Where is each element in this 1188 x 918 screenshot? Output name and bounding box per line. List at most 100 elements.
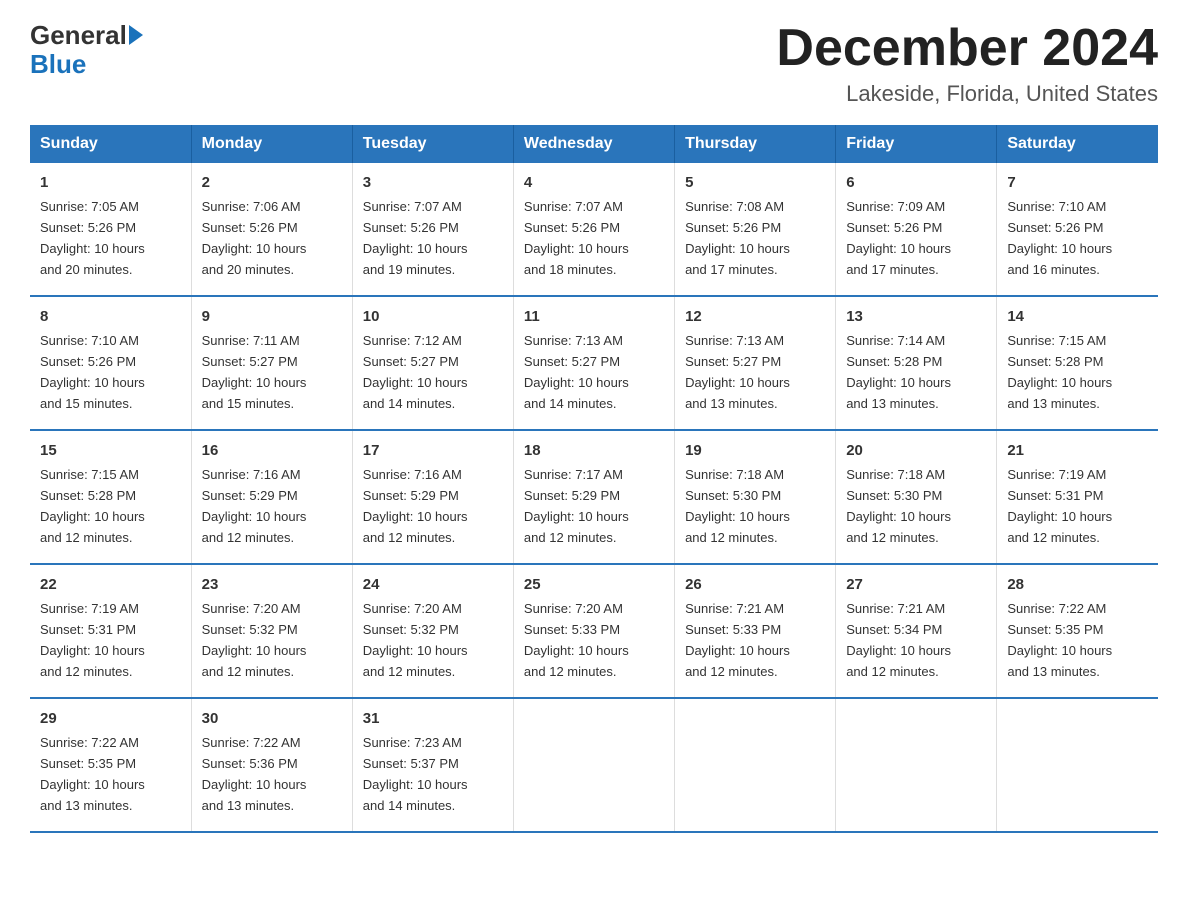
day-info: Sunrise: 7:10 AMSunset: 5:26 PMDaylight:… (40, 333, 145, 411)
calendar-cell: 11Sunrise: 7:13 AMSunset: 5:27 PMDayligh… (513, 296, 674, 430)
day-number: 14 (1007, 305, 1148, 328)
calendar-cell: 26 Sunrise: 7:21 AMSunset: 5:33 PMDayligh… (675, 564, 836, 698)
calendar-cell: 3 Sunrise: 7:07 AMSunset: 5:26 PMDaylight… (352, 163, 513, 296)
calendar-cell: 10 Sunrise: 7:12 AMSunset: 5:27 PMDayligh… (352, 296, 513, 430)
day-info: Sunrise: 7:20 AMSunset: 5:32 PMDaylight:… (363, 601, 468, 679)
logo-general-text: General (30, 20, 127, 51)
day-info: Sunrise: 7:08 AMSunset: 5:26 PMDaylight:… (685, 199, 790, 277)
day-info: Sunrise: 7:21 AMSunset: 5:33 PMDaylight:… (685, 601, 790, 679)
calendar-cell: 19 Sunrise: 7:18 AMSunset: 5:30 PMDayligh… (675, 430, 836, 564)
calendar-cell: 27 Sunrise: 7:21 AMSunset: 5:34 PMDayligh… (836, 564, 997, 698)
day-number: 11 (524, 305, 664, 328)
calendar-cell: 5Sunrise: 7:08 AMSunset: 5:26 PMDaylight… (675, 163, 836, 296)
day-info: Sunrise: 7:11 AMSunset: 5:27 PMDaylight:… (202, 333, 307, 411)
page-header: General Blue December 2024 Lakeside, Flo… (30, 20, 1158, 107)
day-number: 3 (363, 171, 503, 194)
day-number: 8 (40, 305, 181, 328)
month-title: December 2024 (776, 20, 1158, 77)
calendar-cell: 23 Sunrise: 7:20 AMSunset: 5:32 PMDayligh… (191, 564, 352, 698)
calendar-header: Sunday Monday Tuesday Wednesday Thursday… (30, 125, 1158, 163)
day-number: 30 (202, 707, 342, 730)
day-number: 19 (685, 439, 825, 462)
day-info: Sunrise: 7:16 AMSunset: 5:29 PMDaylight:… (363, 467, 468, 545)
day-number: 13 (846, 305, 986, 328)
col-tuesday: Tuesday (352, 125, 513, 163)
day-info: Sunrise: 7:10 AMSunset: 5:26 PMDaylight:… (1007, 199, 1112, 277)
logo-blue-text: Blue (30, 51, 86, 77)
day-info: Sunrise: 7:12 AMSunset: 5:27 PMDaylight:… (363, 333, 468, 411)
calendar-cell (836, 698, 997, 832)
day-number: 10 (363, 305, 503, 328)
day-info: Sunrise: 7:19 AMSunset: 5:31 PMDaylight:… (40, 601, 145, 679)
day-info: Sunrise: 7:07 AMSunset: 5:26 PMDaylight:… (524, 199, 629, 277)
calendar-cell: 7 Sunrise: 7:10 AMSunset: 5:26 PMDaylight… (997, 163, 1158, 296)
calendar-cell: 30 Sunrise: 7:22 AMSunset: 5:36 PMDayligh… (191, 698, 352, 832)
day-info: Sunrise: 7:13 AMSunset: 5:27 PMDaylight:… (685, 333, 790, 411)
day-number: 16 (202, 439, 342, 462)
calendar-cell: 6 Sunrise: 7:09 AMSunset: 5:26 PMDaylight… (836, 163, 997, 296)
day-number: 21 (1007, 439, 1148, 462)
day-number: 26 (685, 573, 825, 596)
day-info: Sunrise: 7:18 AMSunset: 5:30 PMDaylight:… (685, 467, 790, 545)
col-wednesday: Wednesday (513, 125, 674, 163)
day-info: Sunrise: 7:09 AMSunset: 5:26 PMDaylight:… (846, 199, 951, 277)
day-info: Sunrise: 7:15 AMSunset: 5:28 PMDaylight:… (1007, 333, 1112, 411)
day-info: Sunrise: 7:14 AMSunset: 5:28 PMDaylight:… (846, 333, 951, 411)
calendar-cell: 31 Sunrise: 7:23 AMSunset: 5:37 PMDayligh… (352, 698, 513, 832)
calendar-week-4: 22 Sunrise: 7:19 AMSunset: 5:31 PMDayligh… (30, 564, 1158, 698)
calendar-cell: 25Sunrise: 7:20 AMSunset: 5:33 PMDayligh… (513, 564, 674, 698)
logo-arrow-icon (129, 25, 143, 45)
header-row: Sunday Monday Tuesday Wednesday Thursday… (30, 125, 1158, 163)
day-info: Sunrise: 7:18 AMSunset: 5:30 PMDaylight:… (846, 467, 951, 545)
day-info: Sunrise: 7:22 AMSunset: 5:36 PMDaylight:… (202, 735, 307, 813)
col-thursday: Thursday (675, 125, 836, 163)
calendar-week-2: 8 Sunrise: 7:10 AMSunset: 5:26 PMDaylight… (30, 296, 1158, 430)
calendar-cell (513, 698, 674, 832)
day-info: Sunrise: 7:20 AMSunset: 5:32 PMDaylight:… (202, 601, 307, 679)
day-number: 29 (40, 707, 181, 730)
col-friday: Friday (836, 125, 997, 163)
day-info: Sunrise: 7:22 AMSunset: 5:35 PMDaylight:… (40, 735, 145, 813)
calendar-cell: 28Sunrise: 7:22 AMSunset: 5:35 PMDayligh… (997, 564, 1158, 698)
day-number: 7 (1007, 171, 1148, 194)
day-info: Sunrise: 7:20 AMSunset: 5:33 PMDaylight:… (524, 601, 629, 679)
calendar-cell: 2 Sunrise: 7:06 AMSunset: 5:26 PMDaylight… (191, 163, 352, 296)
day-number: 31 (363, 707, 503, 730)
day-number: 27 (846, 573, 986, 596)
day-info: Sunrise: 7:17 AMSunset: 5:29 PMDaylight:… (524, 467, 629, 545)
calendar-cell: 24 Sunrise: 7:20 AMSunset: 5:32 PMDayligh… (352, 564, 513, 698)
calendar-week-1: 1Sunrise: 7:05 AMSunset: 5:26 PMDaylight… (30, 163, 1158, 296)
calendar-cell: 4 Sunrise: 7:07 AMSunset: 5:26 PMDaylight… (513, 163, 674, 296)
calendar-cell: 8 Sunrise: 7:10 AMSunset: 5:26 PMDaylight… (30, 296, 191, 430)
day-number: 2 (202, 171, 342, 194)
calendar-cell: 17 Sunrise: 7:16 AMSunset: 5:29 PMDayligh… (352, 430, 513, 564)
day-number: 6 (846, 171, 986, 194)
day-info: Sunrise: 7:07 AMSunset: 5:26 PMDaylight:… (363, 199, 468, 277)
day-info: Sunrise: 7:06 AMSunset: 5:26 PMDaylight:… (202, 199, 307, 277)
day-number: 23 (202, 573, 342, 596)
location-subtitle: Lakeside, Florida, United States (776, 81, 1158, 107)
calendar-cell (997, 698, 1158, 832)
day-info: Sunrise: 7:21 AMSunset: 5:34 PMDaylight:… (846, 601, 951, 679)
day-number: 24 (363, 573, 503, 596)
calendar-cell: 13 Sunrise: 7:14 AMSunset: 5:28 PMDayligh… (836, 296, 997, 430)
calendar-body: 1Sunrise: 7:05 AMSunset: 5:26 PMDaylight… (30, 163, 1158, 832)
day-number: 20 (846, 439, 986, 462)
day-number: 1 (40, 171, 181, 194)
day-number: 17 (363, 439, 503, 462)
day-number: 12 (685, 305, 825, 328)
calendar-cell: 20 Sunrise: 7:18 AMSunset: 5:30 PMDayligh… (836, 430, 997, 564)
col-monday: Monday (191, 125, 352, 163)
day-info: Sunrise: 7:19 AMSunset: 5:31 PMDaylight:… (1007, 467, 1112, 545)
col-saturday: Saturday (997, 125, 1158, 163)
day-info: Sunrise: 7:15 AMSunset: 5:28 PMDaylight:… (40, 467, 145, 545)
day-info: Sunrise: 7:23 AMSunset: 5:37 PMDaylight:… (363, 735, 468, 813)
calendar-cell: 1Sunrise: 7:05 AMSunset: 5:26 PMDaylight… (30, 163, 191, 296)
day-number: 15 (40, 439, 181, 462)
calendar-cell (675, 698, 836, 832)
day-number: 22 (40, 573, 181, 596)
calendar-cell: 22 Sunrise: 7:19 AMSunset: 5:31 PMDayligh… (30, 564, 191, 698)
day-number: 4 (524, 171, 664, 194)
calendar-cell: 18Sunrise: 7:17 AMSunset: 5:29 PMDayligh… (513, 430, 674, 564)
day-info: Sunrise: 7:16 AMSunset: 5:29 PMDaylight:… (202, 467, 307, 545)
